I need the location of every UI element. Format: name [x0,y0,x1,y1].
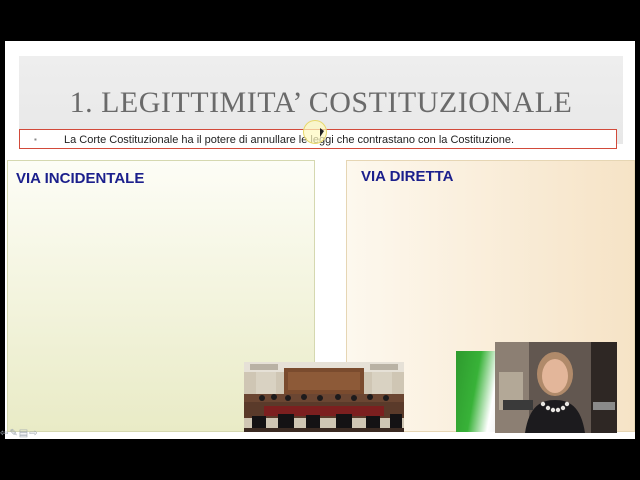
presenter-figure-illustration [495,342,617,433]
panel-label-via-diretta: VIA DIRETTA [361,168,454,185]
bullet-icon: ▪ [34,135,37,144]
constitutional-court-photo [244,362,404,432]
court-photo-illustration [244,362,404,432]
slide-subtitle: La Corte Costituzionale ha il potere di … [64,134,515,146]
slide-navigation-controls[interactable]: ⇦✎▤⇨ [0,428,39,439]
panel-label-via-incidentale: VIA INCIDENTALE [16,170,145,187]
italian-flag-image [456,351,498,432]
presentation-slide: 1. LEGITTIMITA’ COSTITUZIONALE ▪ La Cort… [5,41,635,439]
mouse-cursor-icon [320,128,324,137]
presenter-webcam [495,342,617,433]
slide-title: 1. LEGITTIMITA’ COSTITUZIONALE [69,86,573,119]
